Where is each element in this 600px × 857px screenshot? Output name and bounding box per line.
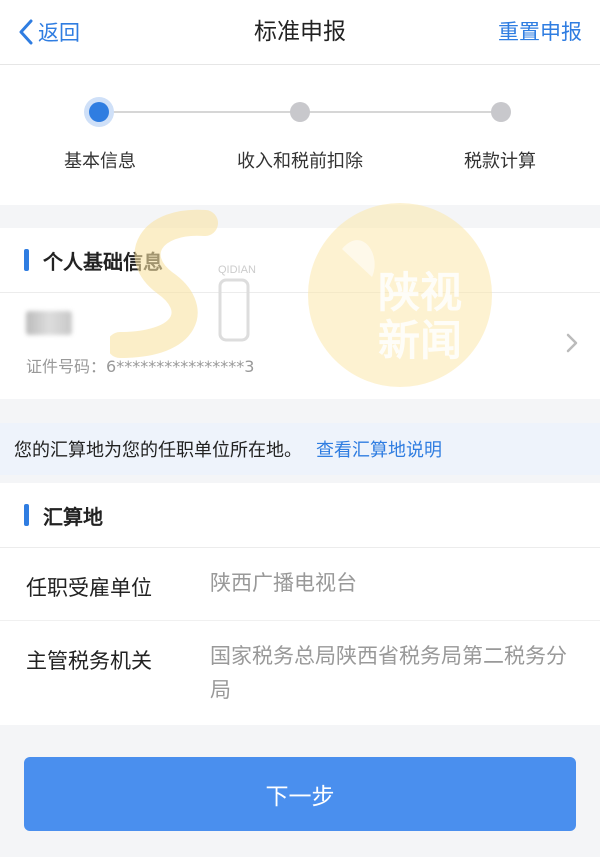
- step-dot-basic-info: [89, 102, 109, 122]
- reset-declaration-button[interactable]: 重置申报: [498, 12, 582, 52]
- id-value: 6****************3: [106, 357, 255, 376]
- section-title: 汇算地: [43, 504, 103, 529]
- section-accent-bar: [24, 504, 29, 526]
- personal-info-header: 个人基础信息: [0, 228, 600, 293]
- id-label: 证件号码：: [26, 357, 107, 376]
- section-title: 个人基础信息: [43, 249, 163, 274]
- employer-row: 任职受雇单位 陕西广播电视台: [0, 548, 600, 621]
- step-label-income: 收入和税前扣除: [237, 151, 363, 172]
- step-label-tax-calc: 税款计算: [464, 151, 536, 172]
- tax-authority-value: 国家税务总局陕西省税务局第二税务分局: [210, 644, 567, 702]
- next-step-button[interactable]: 下一步: [24, 757, 576, 831]
- name-redacted: [26, 311, 72, 335]
- person-row[interactable]: 证件号码：6****************3: [0, 293, 600, 399]
- settlement-header: 汇算地: [0, 483, 600, 548]
- settlement-section: 汇算地 任职受雇单位 陕西广播电视台 主管税务机关 国家税务总局陕西省税务局第二…: [0, 483, 600, 725]
- employer-label: 任职受雇单位: [26, 576, 152, 600]
- id-number: 证件号码：6****************3: [26, 353, 254, 377]
- view-settlement-explanation-link[interactable]: 查看汇算地说明: [316, 436, 442, 462]
- step-progress: 基本信息 收入和税前扣除 税款计算: [0, 65, 600, 205]
- step-dot-income: [290, 102, 310, 122]
- personal-info-section: 个人基础信息 证件号码：6****************3: [0, 228, 600, 399]
- employer-value: 陕西广播电视台: [210, 571, 357, 595]
- settlement-notice: 您的汇算地为您的任职单位所在地。 查看汇算地说明: [0, 423, 600, 475]
- tax-authority-row: 主管税务机关 国家税务总局陕西省税务局第二税务分局: [0, 621, 600, 725]
- step-dot-tax-calc: [491, 102, 511, 122]
- section-accent-bar: [24, 249, 29, 271]
- chevron-right-icon: [566, 333, 578, 353]
- notice-text: 您的汇算地为您的任职单位所在地。: [14, 440, 302, 461]
- tax-authority-label: 主管税务机关: [26, 649, 152, 673]
- nav-bar: 返回 标准申报 重置申报: [0, 0, 600, 65]
- step-label-basic-info: 基本信息: [64, 151, 136, 172]
